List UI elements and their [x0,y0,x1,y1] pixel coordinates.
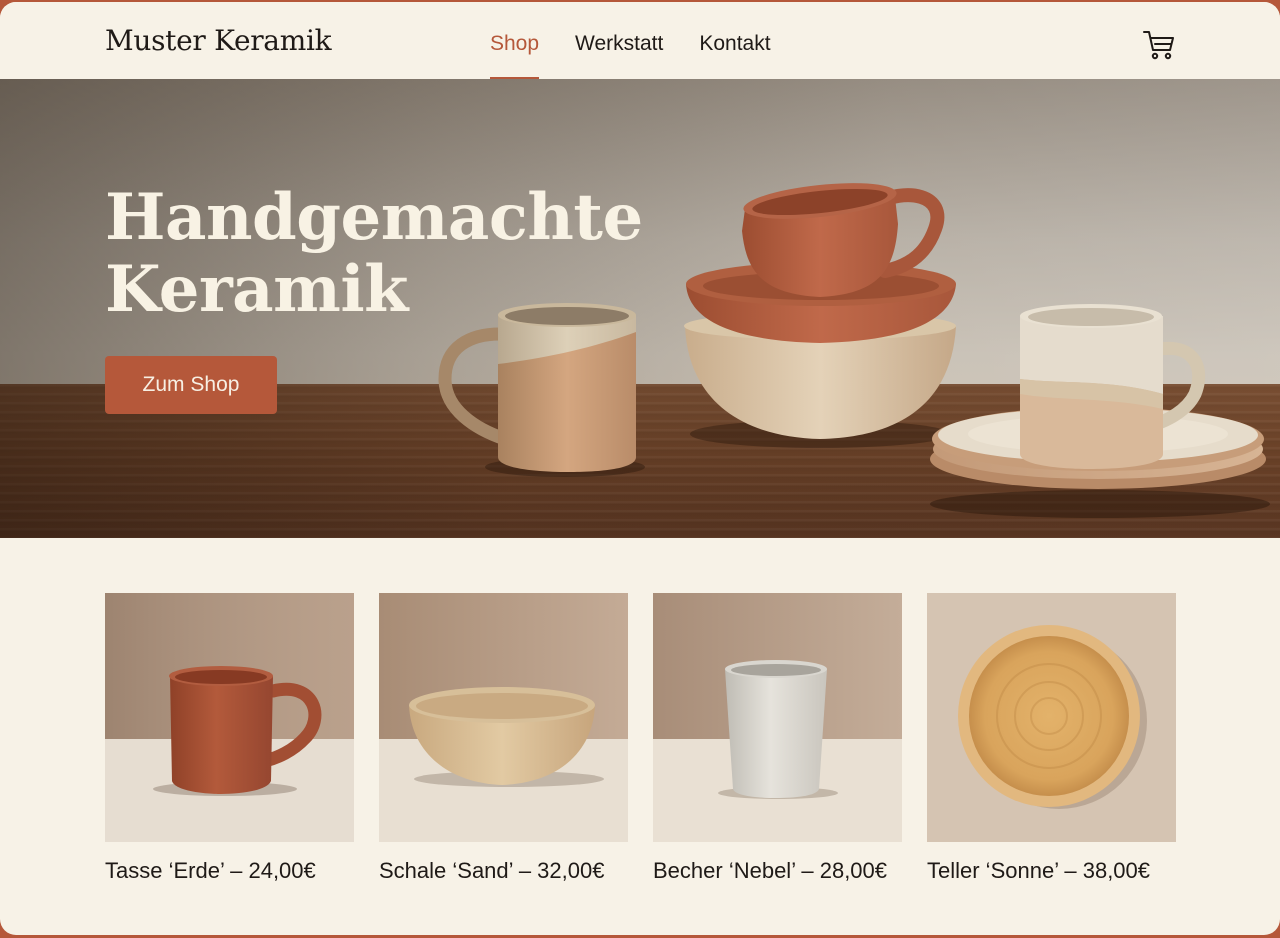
product-image[interactable] [105,593,354,842]
main-nav: Shop Werkstatt Kontakt [490,2,807,80]
nav-item-shop[interactable]: Shop [490,2,540,80]
nav-item-kontakt[interactable]: Kontakt [699,2,770,79]
product-card[interactable]: Becher ‘Nebel’ – 28,00€ [653,593,902,883]
product-card[interactable]: Tasse ‘Erde’ – 24,00€ [105,593,354,883]
nav-item-werkstatt[interactable]: Werkstatt [575,2,663,79]
product-image[interactable] [653,593,902,842]
hero-title-line2: Keramik [105,252,409,327]
product-image[interactable] [379,593,628,842]
page-frame: Muster Keramik Shop Werkstatt Kontakt Ha… [0,2,1280,935]
shop-cta-button[interactable]: Zum Shop [105,356,277,414]
site-logo[interactable]: Muster Keramik [105,24,332,57]
product-caption[interactable]: Becher ‘Nebel’ – 28,00€ [653,858,887,884]
shopping-cart-icon[interactable] [1142,29,1176,61]
hero-banner: Handgemachte Keramik Zum Shop [0,79,1280,538]
product-card[interactable]: Teller ‘Sonne’ – 38,00€ [927,593,1176,883]
product-caption[interactable]: Schale ‘Sand’ – 32,00€ [379,858,604,884]
hero-title: Handgemachte Keramik [105,182,665,326]
product-caption[interactable]: Teller ‘Sonne’ – 38,00€ [927,858,1150,884]
product-card[interactable]: Schale ‘Sand’ – 32,00€ [379,593,628,883]
product-caption[interactable]: Tasse ‘Erde’ – 24,00€ [105,858,316,884]
product-image[interactable] [927,593,1176,842]
hero-title-line1: Handgemachte [105,180,643,255]
site-header: Muster Keramik Shop Werkstatt Kontakt [0,2,1280,80]
